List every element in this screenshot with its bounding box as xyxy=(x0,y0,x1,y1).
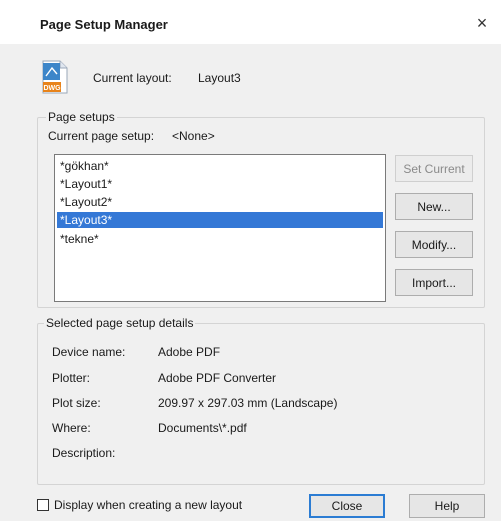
import-button[interactable]: Import... xyxy=(395,269,473,296)
where-value: Documents\*.pdf xyxy=(158,421,247,435)
list-item[interactable]: *gökhan* xyxy=(57,158,383,174)
device-name-label: Device name: xyxy=(52,345,126,359)
current-layout-label: Current layout: xyxy=(93,71,172,85)
close-button[interactable]: Close xyxy=(309,494,385,518)
plotter-value: Adobe PDF Converter xyxy=(158,371,277,385)
set-current-button[interactable]: Set Current xyxy=(395,155,473,182)
display-on-new-layout-checkbox[interactable] xyxy=(37,499,49,511)
device-name-value: Adobe PDF xyxy=(158,345,221,359)
current-page-setup-label: Current page setup: xyxy=(48,129,155,143)
page-setup-manager-dialog: Page Setup Manager × DWG Current layout:… xyxy=(0,0,501,521)
help-button[interactable]: Help xyxy=(409,494,485,518)
close-icon[interactable]: × xyxy=(471,12,493,34)
page-setups-list[interactable]: *gökhan* *Layout1* *Layout2* *Layout3* *… xyxy=(54,154,386,302)
list-item[interactable]: *Layout2* xyxy=(57,194,383,210)
current-page-setup-value: <None> xyxy=(172,129,215,143)
plot-size-label: Plot size: xyxy=(52,396,101,410)
plotter-label: Plotter: xyxy=(52,371,91,385)
dwg-file-icon: DWG xyxy=(42,60,68,94)
where-label: Where: xyxy=(52,421,91,435)
list-item[interactable]: *Layout1* xyxy=(57,176,383,192)
current-layout-value: Layout3 xyxy=(198,71,241,85)
details-group-label: Selected page setup details xyxy=(44,316,196,330)
dwg-icon-text: DWG xyxy=(43,85,61,92)
list-item[interactable]: *tekne* xyxy=(57,231,383,247)
modify-button[interactable]: Modify... xyxy=(395,231,473,258)
page-setups-group-label: Page setups xyxy=(46,110,117,124)
dialog-title: Page Setup Manager xyxy=(40,17,168,32)
title-bar: Page Setup Manager × xyxy=(0,0,501,44)
list-item-selected[interactable]: *Layout3* xyxy=(57,212,383,228)
description-label: Description: xyxy=(52,446,116,460)
new-button[interactable]: New... xyxy=(395,193,473,220)
display-on-new-layout-label[interactable]: Display when creating a new layout xyxy=(54,498,242,512)
plot-size-value: 209.97 x 297.03 mm (Landscape) xyxy=(158,396,338,410)
